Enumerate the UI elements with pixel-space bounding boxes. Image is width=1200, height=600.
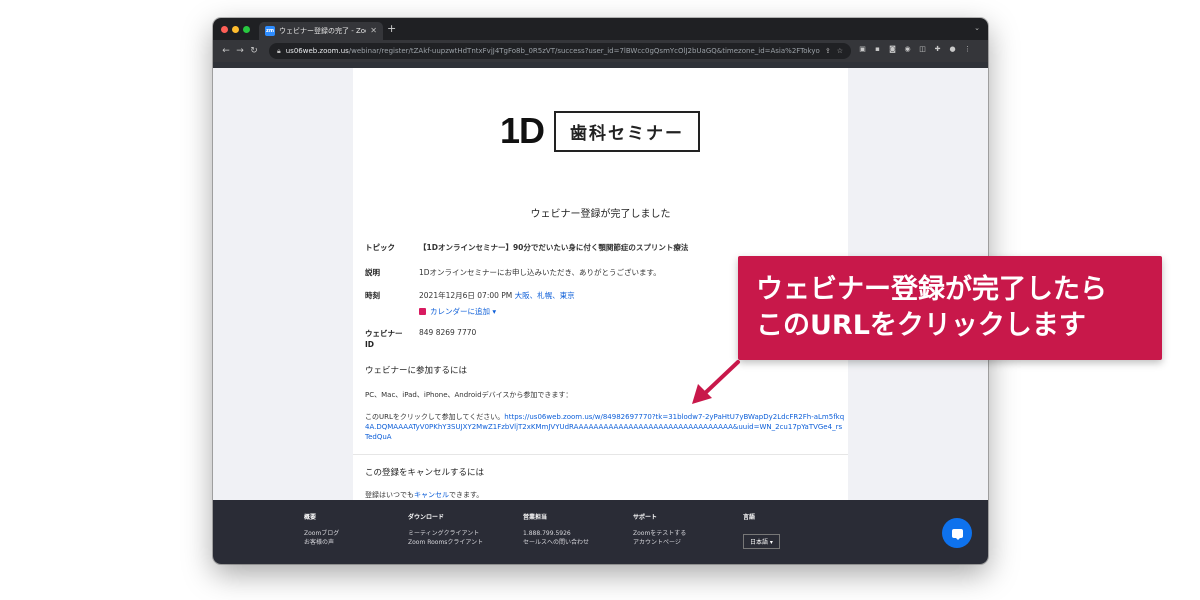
- footer-link[interactable]: お客様の声: [304, 538, 339, 547]
- webinar-id-label: ウェビナー: [365, 329, 403, 338]
- menu-kebab-icon[interactable]: ⋮: [963, 45, 972, 54]
- reload-icon[interactable]: ↻: [247, 46, 261, 56]
- add-to-calendar-link[interactable]: カレンダーに追加 ▾: [419, 306, 496, 317]
- new-tab-icon[interactable]: +: [387, 23, 396, 34]
- cancel-text: 登録はいつでもキャンセルできます。: [365, 491, 484, 499]
- maximize-window-button[interactable]: [243, 26, 250, 33]
- footer-link[interactable]: Zoomブログ: [304, 529, 339, 538]
- callout-line-1: ウェビナー登録が完了したら: [756, 274, 1107, 305]
- address-bar[interactable]: 🔒︎ us06web.zoom.us/webinar/register/tZAk…: [269, 43, 851, 59]
- lock-icon[interactable]: 🔒︎: [277, 47, 281, 56]
- close-window-button[interactable]: [221, 26, 228, 33]
- footer-col-language: 言語 日本語 ▾: [743, 512, 780, 549]
- tab-title: ウェビナー登録の完了 - Zoom: [279, 27, 366, 35]
- footer-link[interactable]: 1.888.799.5926: [523, 529, 589, 538]
- tab-bar: zm ウェビナー登録の完了 - Zoom ✕ + ⌄: [213, 18, 988, 40]
- tab-active[interactable]: zm ウェビナー登録の完了 - Zoom ✕: [259, 22, 383, 40]
- join-heading: ウェビナーに参加するには: [365, 366, 468, 376]
- minimize-window-button[interactable]: [232, 26, 239, 33]
- topic-value: 【1Dオンラインセミナー】90分でだいたい身に付く顎関節症のスプリント療法: [419, 243, 689, 252]
- language-select[interactable]: 日本語 ▾: [743, 534, 780, 549]
- bookmark-star-icon[interactable]: ☆: [837, 47, 843, 55]
- time-label: 時刻: [365, 291, 380, 300]
- footer-link[interactable]: Zoomをテストする: [633, 529, 686, 538]
- extension-icon-3[interactable]: ◉: [903, 45, 912, 54]
- webinar-id-label-2: ID: [365, 340, 375, 349]
- extension-icon-2[interactable]: ▪: [873, 45, 882, 54]
- site-footer: 概要 Zoomブログ お客様の声 ダウンロード ミーティングクライアント Zoo…: [213, 500, 988, 564]
- back-arrow-icon[interactable]: ←: [219, 46, 233, 56]
- share-icon[interactable]: ⇪: [825, 47, 831, 55]
- puzzle-extensions-icon[interactable]: ✚: [933, 45, 942, 54]
- devices-text: PC、Mac、iPad、iPhone、Androidデバイスから参加できます：: [365, 391, 573, 399]
- chat-button[interactable]: [942, 518, 972, 548]
- footer-col-sales: 営業担当 1.888.799.5926 セールスへの問い合わせ: [523, 514, 590, 547]
- cancel-heading: この登録をキャンセルするには: [365, 468, 485, 478]
- footer-col-support: サポート Zoomをテストする アカウントページ: [633, 514, 687, 547]
- chat-bubble-icon: [951, 528, 963, 540]
- footer-col-about: 概要 Zoomブログ お客様の声: [304, 514, 340, 547]
- profile-avatar-icon[interactable]: ●: [948, 45, 957, 54]
- tab-search-chevron-icon[interactable]: ⌄: [974, 24, 980, 32]
- footer-link[interactable]: ミーティングクライアント: [408, 529, 483, 538]
- footer-col-download: ダウンロード ミーティングクライアント Zoom Roomsクライアント: [408, 514, 484, 547]
- forward-arrow-icon[interactable]: →: [233, 46, 247, 56]
- callout-line-2: このURLをクリックします: [756, 310, 1086, 341]
- calendar-icon: [419, 308, 426, 315]
- url-text[interactable]: us06web.zoom.us/webinar/register/tZAkf-u…: [286, 47, 825, 55]
- description-value: 1Dオンラインセミナーにお申し込みいただき、ありがとうございます。: [419, 268, 661, 277]
- extension-icon-4[interactable]: ◫: [918, 45, 927, 54]
- footer-link[interactable]: Zoom Roomsクライアント: [408, 538, 483, 547]
- close-tab-icon[interactable]: ✕: [370, 27, 377, 35]
- brand-logo: 1D 歯科セミナー: [500, 110, 701, 152]
- timezone-link[interactable]: 大阪、札幌、東京: [515, 291, 575, 300]
- cancel-link[interactable]: キャンセル: [414, 491, 449, 499]
- time-value: 2021年12月6日 07:00 PM 大阪、札幌、東京: [419, 291, 575, 300]
- logo-mark: 1D: [500, 110, 545, 151]
- zoom-favicon-icon: zm: [265, 26, 275, 36]
- success-title: ウェビナー登録が完了しました: [530, 209, 671, 220]
- annotation-callout: ウェビナー登録が完了したら このURLをクリックします: [738, 256, 1162, 360]
- footer-link[interactable]: セールスへの問い合わせ: [523, 538, 589, 547]
- footer-link[interactable]: アカウントページ: [633, 538, 686, 547]
- description-label: 説明: [365, 268, 380, 277]
- topic-label: トピック: [365, 243, 395, 252]
- extension-icon-1[interactable]: ▣: [858, 45, 867, 54]
- join-instructions: このURLをクリックして参加してください。https://us06web.zoo…: [365, 413, 845, 441]
- webinar-id-value: 849 8269 7770: [419, 328, 477, 337]
- browser-toolbar: ← → ↻ 🔒︎ us06web.zoom.us/webinar/registe…: [213, 40, 988, 62]
- logo-box-text: 歯科セミナー: [554, 110, 701, 152]
- pocket-icon[interactable]: ◙: [888, 45, 897, 54]
- annotation-arrow-icon: [692, 360, 740, 404]
